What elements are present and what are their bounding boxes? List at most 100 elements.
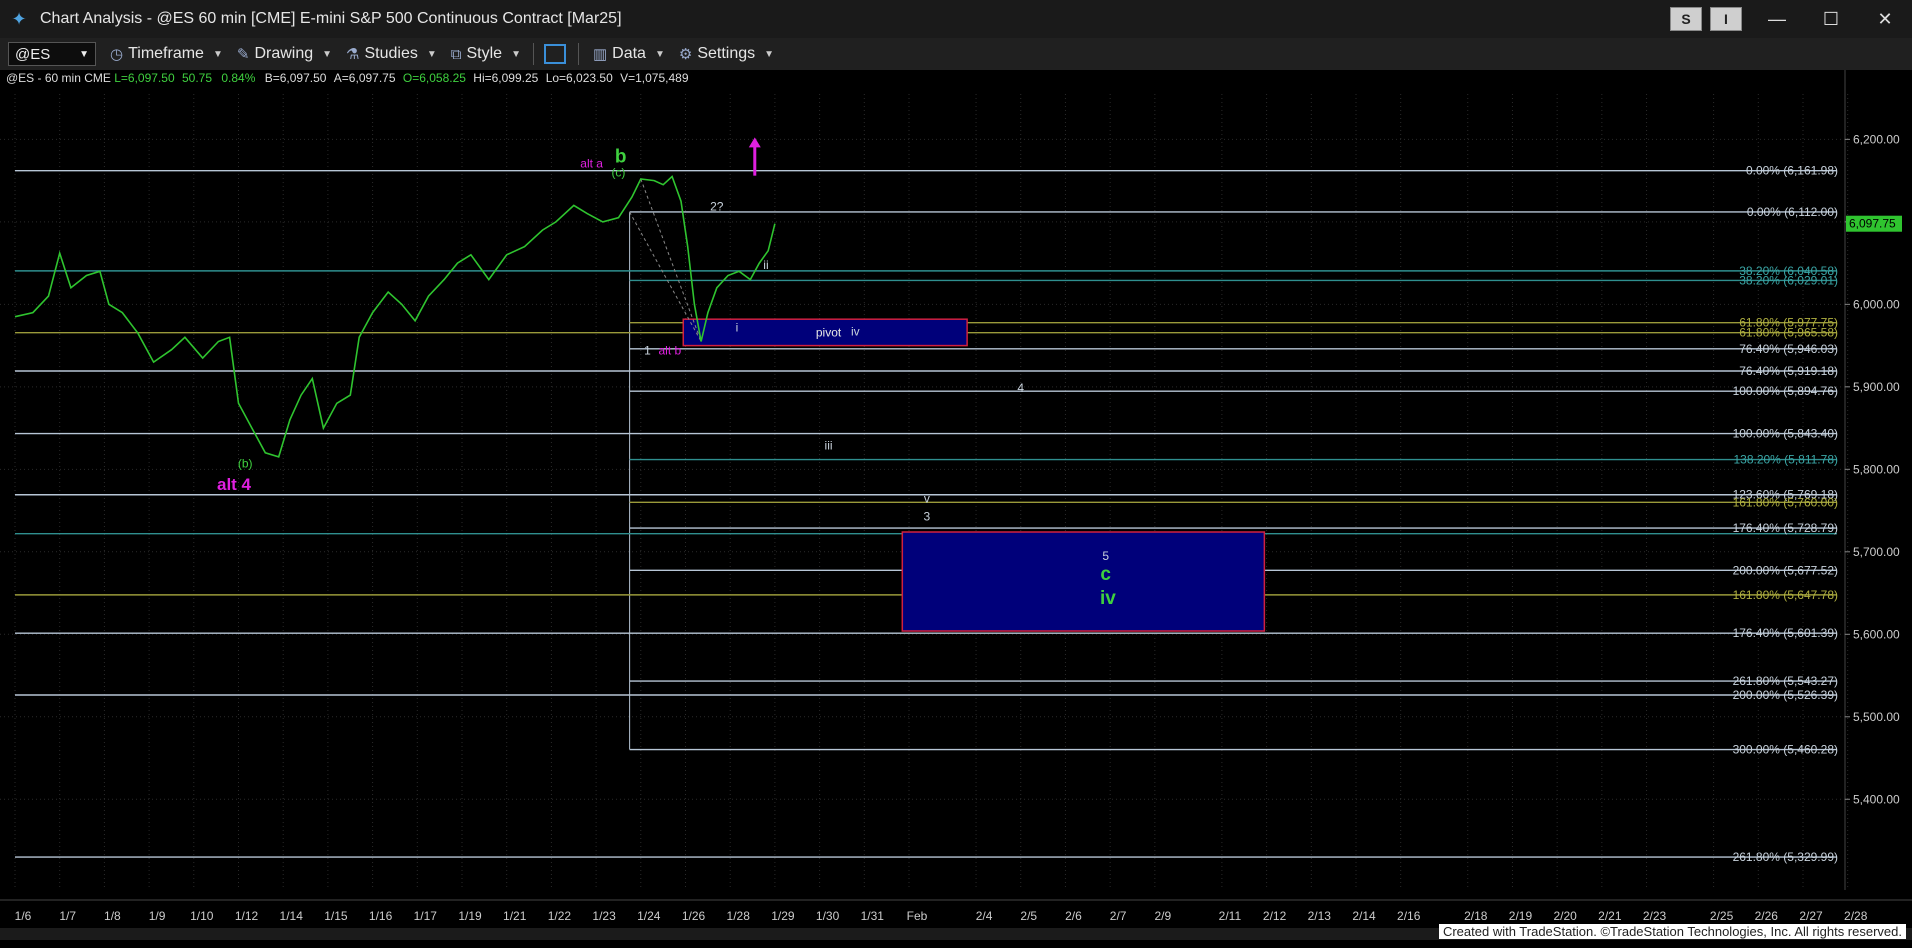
time-axis-label: 1/8 <box>104 909 121 923</box>
fib-label: 200.00% (5,677.52) <box>1733 563 1838 577</box>
wave-label: 2? <box>710 199 724 213</box>
time-axis-label: 2/11 <box>1219 909 1242 923</box>
chevron-down-icon: ▼ <box>654 48 665 60</box>
timeframe-label: Timeframe <box>128 45 204 62</box>
price-axis-label: 6,200.00 <box>1853 132 1900 146</box>
settings-menu[interactable]: ⚙ Settings ▼ <box>679 45 774 63</box>
window-controls: S I — ☐ ✕ <box>1670 0 1912 38</box>
info-ask: A=6,097.75 <box>333 71 396 85</box>
fib-label: 200.00% (5,526.39) <box>1733 688 1838 702</box>
fib-label: 38.20% (6,029.01) <box>1739 273 1838 287</box>
info-bid: B=6,097.50 <box>264 71 327 85</box>
info-volume: V=1,075,489 <box>620 71 689 85</box>
chevron-down-icon: ▼ <box>426 48 437 60</box>
wave-label: iii <box>825 439 833 453</box>
i-button[interactable]: I <box>1710 7 1742 31</box>
settings-label: Settings <box>697 45 756 62</box>
time-axis-label: 2/12 <box>1263 909 1287 923</box>
price-axis-label: 5,400.00 <box>1853 792 1900 806</box>
studies-label: Studies <box>364 45 418 62</box>
symbol-dropdown[interactable]: @ES ▼ <box>8 42 96 66</box>
drawing-menu[interactable]: ✎ Drawing ▼ <box>237 45 332 63</box>
price-axis-label: 5,800.00 <box>1853 462 1900 476</box>
chevron-down-icon: ▼ <box>79 48 89 60</box>
flask-icon: ⚗ <box>346 46 360 63</box>
s-button[interactable]: S <box>1670 7 1702 31</box>
title-bar: ✦ Chart Analysis - @ES 60 min [CME] E-mi… <box>0 0 1912 38</box>
info-change: 50.75 <box>181 71 212 85</box>
studies-menu[interactable]: ⚗ Studies ▼ <box>346 45 437 63</box>
symbol-value: @ES <box>15 45 51 63</box>
pivot-label: pivot <box>816 325 842 339</box>
time-axis-label: 1/16 <box>369 909 393 923</box>
wave-label: 5 <box>1102 549 1109 563</box>
wave-label: (b) <box>238 457 253 471</box>
layout-icon[interactable] <box>543 44 566 64</box>
info-low: Lo=6,023.50 <box>545 71 613 85</box>
tradestation-chart-icon: ✦ <box>11 8 27 29</box>
time-axis-label: 1/26 <box>682 909 706 923</box>
last-price-label: 6,097.75 <box>1849 217 1896 231</box>
wave-label: 1 <box>644 344 651 358</box>
time-axis-label: 2/26 <box>1755 909 1779 923</box>
data-menu[interactable]: ▥ Data ▼ <box>593 45 665 63</box>
price-axis-label: 6,000.00 <box>1853 297 1900 311</box>
fib-label: 100.00% (5,894.76) <box>1733 384 1838 398</box>
info-high: Hi=6,099.25 <box>473 71 539 85</box>
wave-label: 4 <box>1017 381 1024 395</box>
fib-label: 161.80% (5,760.00) <box>1733 495 1838 509</box>
close-button[interactable]: ✕ <box>1858 0 1912 38</box>
wave-label: (c) <box>611 165 625 179</box>
time-axis-label: 2/19 <box>1509 909 1533 923</box>
chevron-down-icon: ▼ <box>764 48 775 60</box>
fib-label: 176.40% (5,728.79) <box>1733 521 1838 535</box>
price-chart[interactable]: pivotalt a b(c)2?iii iv1 alt b4iii(b)alt 4v… <box>0 70 1912 943</box>
toolbar-separator <box>577 43 579 65</box>
fib-label: 76.40% (5,919.18) <box>1739 364 1838 378</box>
wave-label: 3 <box>924 509 931 523</box>
time-axis-label: 2/28 <box>1844 909 1868 923</box>
info-symbol: @ES - 60 min CME <box>6 71 111 85</box>
fib-label: 0.00% (6,161.98) <box>1746 164 1838 178</box>
time-axis-label: 1/17 <box>414 909 438 923</box>
credit-footer: Created with TradeStation. ©TradeStation… <box>1438 924 1906 939</box>
time-axis-label: 2/23 <box>1643 909 1667 923</box>
wave-label: v <box>924 491 930 505</box>
fib-label: 0.00% (6,112.00) <box>1747 205 1838 219</box>
wave-label: alt b <box>659 344 682 358</box>
price-axis-label: 5,500.00 <box>1853 710 1900 724</box>
time-axis-label: 1/23 <box>592 909 616 923</box>
timeframe-menu[interactable]: ◷ Timeframe ▼ <box>110 45 223 63</box>
wave-label: alt a <box>580 156 603 170</box>
fib-label: 300.00% (5,460.28) <box>1733 743 1838 757</box>
time-axis-label: 1/30 <box>816 909 840 923</box>
wave-label: alt 4 <box>217 475 252 494</box>
window-title: Chart Analysis - @ES 60 min [CME] E-mini… <box>40 10 622 27</box>
time-axis-label: 2/21 <box>1598 909 1622 923</box>
info-last: L=6,097.50 <box>114 71 175 85</box>
time-axis-label: 1/29 <box>771 909 795 923</box>
time-axis-label: 2/27 <box>1799 909 1823 923</box>
time-axis-label: 2/14 <box>1352 909 1376 923</box>
fib-label: 76.40% (5,946.03) <box>1739 342 1838 356</box>
time-axis-label: 2/4 <box>976 909 993 923</box>
time-axis-label: 2/25 <box>1710 909 1734 923</box>
info-pct: 0.84% <box>221 71 256 85</box>
chevron-down-icon: ▼ <box>322 48 333 60</box>
price-axis-label: 5,700.00 <box>1853 545 1900 559</box>
time-axis-label: Feb <box>907 909 928 923</box>
style-label: Style <box>466 45 503 62</box>
pencil-icon: ✎ <box>236 46 250 63</box>
minimize-button[interactable]: — <box>1750 0 1804 38</box>
time-axis-label: 1/9 <box>149 909 166 923</box>
maximize-button[interactable]: ☐ <box>1804 0 1858 38</box>
style-menu[interactable]: ⧉ Style ▼ <box>451 45 521 63</box>
time-axis-label: 1/10 <box>190 909 214 923</box>
time-axis-label: 2/16 <box>1397 909 1421 923</box>
time-axis-label: 1/12 <box>235 909 259 923</box>
clock-icon: ◷ <box>110 46 124 63</box>
gear-icon: ⚙ <box>678 46 693 63</box>
target-box <box>901 531 1266 632</box>
time-axis-label: 1/22 <box>548 909 572 923</box>
chart-area[interactable]: pivot alt a b (c) 2? ii i iv 1 alt b 4 iii (b) alt 4v… <box>0 70 1912 943</box>
